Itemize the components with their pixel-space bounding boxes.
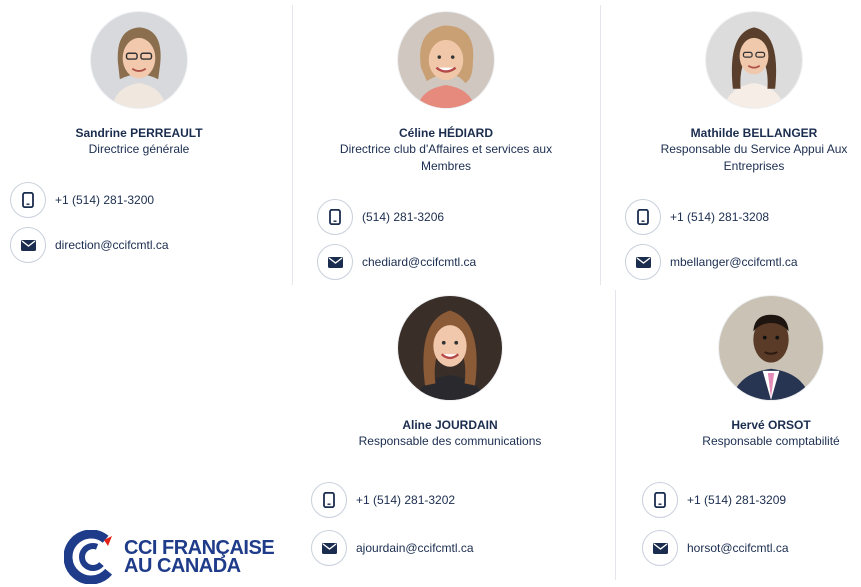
- avatar-herve: [719, 296, 823, 400]
- email-address[interactable]: mbellanger@ccifcmtl.ca: [670, 255, 798, 269]
- phone-number[interactable]: +1 (514) 281-3200: [55, 193, 154, 207]
- phone-contact-mathilde[interactable]: +1 (514) 281-3208: [625, 199, 769, 235]
- phone-icon[interactable]: [311, 482, 347, 518]
- email-contact-sandrine[interactable]: direction@ccifcmtl.ca: [10, 227, 169, 263]
- cci-logo[interactable]: CCI FRANÇAISE AU CANADA: [64, 530, 275, 584]
- logo-line-2: AU CANADA: [124, 555, 241, 577]
- avatar-mathilde: [706, 12, 802, 108]
- member-role: Directrice générale: [88, 142, 190, 156]
- avatar-sandrine: [91, 12, 187, 108]
- email-address[interactable]: ajourdain@ccifcmtl.ca: [356, 541, 474, 555]
- member-name: Aline JOURDAIN: [402, 418, 498, 432]
- email-address[interactable]: horsot@ccifcmtl.ca: [687, 541, 789, 555]
- mail-icon[interactable]: [10, 227, 46, 263]
- column-divider: [292, 5, 293, 285]
- phone-contact-celine[interactable]: (514) 281-3206: [317, 199, 444, 235]
- email-address[interactable]: chediard@ccifcmtl.ca: [362, 255, 476, 269]
- member-role: Responsable du Service Appui Aux Entrepr…: [660, 142, 848, 173]
- phone-number[interactable]: (514) 281-3206: [362, 210, 444, 224]
- mail-icon[interactable]: [311, 530, 347, 566]
- avatar-celine: [398, 12, 494, 108]
- avatar-aline: [398, 296, 502, 400]
- cci-logo-mark-icon: [64, 530, 118, 584]
- email-contact-aline[interactable]: ajourdain@ccifcmtl.ca: [311, 530, 474, 566]
- phone-contact-herve[interactable]: +1 (514) 281-3209: [642, 482, 786, 518]
- phone-number[interactable]: +1 (514) 281-3202: [356, 493, 455, 507]
- mail-icon[interactable]: [317, 244, 353, 280]
- phone-contact-sandrine[interactable]: +1 (514) 281-3200: [10, 182, 154, 218]
- team-card-mathilde: Mathilde BELLANGER Responsable du Servic…: [614, 12, 861, 175]
- member-role: Directrice club d'Affaires et services a…: [339, 142, 553, 173]
- phone-icon[interactable]: [317, 199, 353, 235]
- team-card-sandrine: Sandrine PERREAULT Directrice générale: [0, 12, 278, 158]
- phone-icon[interactable]: [625, 199, 661, 235]
- team-card-aline: Aline JOURDAIN Responsable des communica…: [310, 296, 590, 450]
- member-name: Sandrine PERREAULT: [75, 126, 203, 140]
- phone-icon[interactable]: [642, 482, 678, 518]
- phone-number[interactable]: +1 (514) 281-3208: [670, 210, 769, 224]
- phone-number[interactable]: +1 (514) 281-3209: [687, 493, 786, 507]
- phone-contact-aline[interactable]: +1 (514) 281-3202: [311, 482, 455, 518]
- member-role: Responsable des communications: [358, 434, 542, 448]
- email-contact-celine[interactable]: chediard@ccifcmtl.ca: [317, 244, 476, 280]
- mail-icon[interactable]: [642, 530, 678, 566]
- column-divider: [615, 290, 616, 580]
- member-name: Hervé ORSOT: [731, 418, 811, 432]
- member-name: Céline HÉDIARD: [398, 126, 493, 140]
- member-role: Responsable comptabilité: [702, 434, 840, 448]
- column-divider: [600, 5, 601, 285]
- email-contact-herve[interactable]: horsot@ccifcmtl.ca: [642, 530, 789, 566]
- team-card-herve: Hervé ORSOT Responsable comptabilité: [681, 296, 861, 450]
- email-contact-mathilde[interactable]: mbellanger@ccifcmtl.ca: [625, 244, 798, 280]
- member-name: Mathilde BELLANGER: [690, 126, 818, 140]
- email-address[interactable]: direction@ccifcmtl.ca: [55, 238, 169, 252]
- phone-icon[interactable]: [10, 182, 46, 218]
- mail-icon[interactable]: [625, 244, 661, 280]
- team-card-celine: Céline HÉDIARD Directrice club d'Affaire…: [306, 12, 586, 175]
